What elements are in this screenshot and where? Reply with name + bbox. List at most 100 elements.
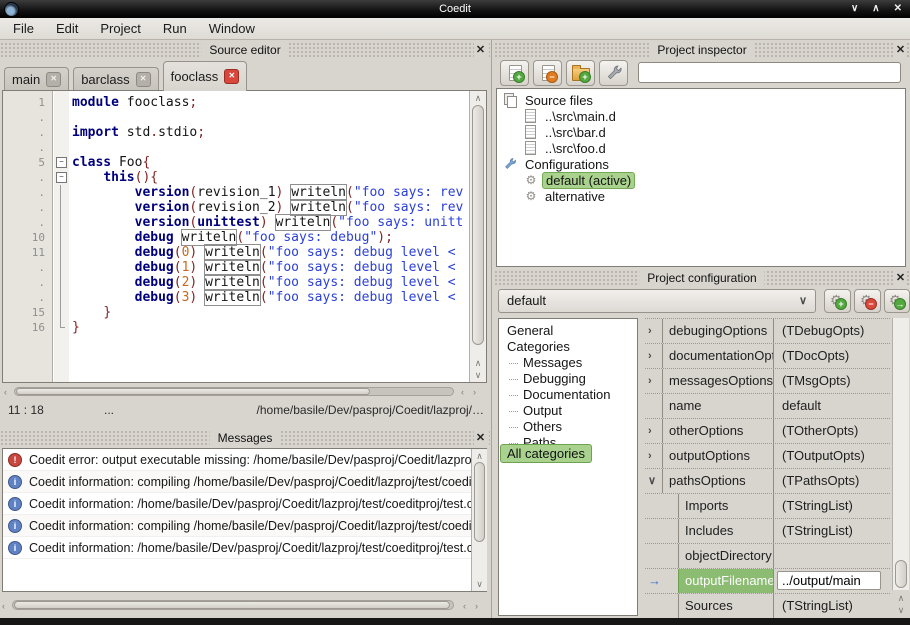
scroll-down-icon[interactable]: ∨	[470, 370, 486, 380]
collapsed-arrow-icon[interactable]: ›	[648, 369, 661, 393]
scroll-right-icon[interactable]: ›	[473, 387, 476, 397]
tab-close-icon[interactable]: ✕	[224, 69, 239, 84]
minimize-icon[interactable]: ∨	[851, 0, 858, 18]
message-row[interactable]: !Coedit error: output executable missing…	[3, 449, 486, 471]
fold-marker[interactable]: −	[54, 170, 69, 185]
category-debugging[interactable]: Debugging	[499, 371, 637, 387]
editor-horizontal-scrollbar[interactable]: ‹ ‹ ›	[2, 384, 488, 399]
message-row[interactable]: iCoedit information: compiling /home/bas…	[3, 471, 486, 493]
close-icon[interactable]: ✕	[894, 271, 907, 285]
config-row-pathsOptions[interactable]: ∨pathsOptions(TPathsOpts)	[645, 469, 890, 494]
grid-vertical-scrollbar[interactable]	[892, 318, 909, 590]
tree-item-source-files[interactable]: Source files	[497, 92, 905, 108]
scroll-up-icon[interactable]: ∧	[894, 593, 908, 603]
config-row-objectDirectory[interactable]: objectDirectory	[645, 544, 890, 569]
collapsed-arrow-icon[interactable]: ›	[648, 419, 661, 443]
scroll-left-icon[interactable]: ‹	[4, 387, 7, 397]
tree-item--src-foo-d[interactable]: ..\src\foo.d	[497, 140, 905, 156]
message-row[interactable]: iCoedit information: /home/basile/Dev/pa…	[3, 493, 486, 515]
tab-barclass[interactable]: barclass✕	[73, 67, 158, 91]
scrollbar-thumb[interactable]	[472, 105, 484, 345]
scroll-down-icon[interactable]: ∨	[894, 605, 908, 615]
scroll-right-icon[interactable]: ›	[475, 601, 478, 611]
menu-edit[interactable]: Edit	[45, 18, 89, 39]
maximize-icon[interactable]: ∧	[872, 0, 879, 18]
code-fold-column[interactable]: −−	[54, 91, 69, 382]
config-row-documentationOptions[interactable]: ›documentationOptions(TDocOpts)	[645, 344, 890, 369]
scrollbar-thumb[interactable]	[14, 601, 450, 609]
editor-vertical-scrollbar[interactable]: ∧ ∧ ∨	[469, 91, 486, 382]
scroll-left-icon[interactable]: ‹	[461, 387, 464, 397]
add-file-button[interactable]: +	[500, 60, 529, 86]
config-row-outputFilename[interactable]: →outputFilename	[645, 569, 890, 594]
scrollbar-thumb[interactable]	[895, 560, 907, 588]
tree-item-alternative[interactable]: ⚙alternative	[497, 188, 905, 204]
scroll-up-icon[interactable]: ∧	[470, 358, 486, 368]
all-categories-button[interactable]: All categories	[500, 444, 592, 463]
project-inspector-tree[interactable]: Source files..\src\main.d..\src\bar.d..\…	[496, 88, 906, 267]
tab-close-icon[interactable]: ✕	[136, 72, 151, 87]
remove-file-button[interactable]: −	[533, 60, 562, 86]
configuration-property-grid[interactable]: ›debugingOptions(TDebugOpts)›documentati…	[645, 318, 890, 618]
clone-config-button[interactable]: ⚙ →	[884, 289, 910, 313]
config-row-messagesOptions[interactable]: ›messagesOptions(TMsgOpts)	[645, 369, 890, 394]
menu-file[interactable]: File	[2, 18, 45, 39]
scroll-down-icon[interactable]: ∨	[472, 579, 487, 589]
config-row-outputOptions[interactable]: ›outputOptions(TOutputOpts)	[645, 444, 890, 469]
config-row-otherOptions[interactable]: ›otherOptions(TOtherOpts)	[645, 419, 890, 444]
message-row[interactable]: iCoedit information: /home/basile/Dev/pa…	[3, 537, 486, 559]
category-categories[interactable]: Categories	[499, 339, 637, 355]
tree-item--src-main-d[interactable]: ..\src\main.d	[497, 108, 905, 124]
scroll-left-icon[interactable]: ‹	[2, 601, 5, 611]
category-general[interactable]: General	[499, 323, 637, 339]
close-icon[interactable]: ✕	[894, 0, 902, 18]
messages-vertical-scrollbar[interactable]: ∧ ∨	[471, 449, 487, 591]
menu-project[interactable]: Project	[89, 18, 151, 39]
scrollbar-thumb[interactable]	[474, 462, 485, 542]
inspector-filter-input[interactable]	[638, 62, 901, 83]
scroll-up-icon[interactable]: ∧	[472, 451, 487, 461]
tree-item-configurations[interactable]: Configurations	[497, 156, 905, 172]
panel-splitter[interactable]	[491, 40, 492, 618]
tab-fooclass[interactable]: fooclass✕	[163, 61, 248, 91]
category-output[interactable]: Output	[499, 403, 637, 419]
menu-window[interactable]: Window	[198, 18, 266, 39]
config-row-Sources[interactable]: Sources(TStringList)	[645, 594, 890, 618]
option-categories-list[interactable]: GeneralCategoriesMessagesDebuggingDocume…	[498, 318, 638, 616]
fold-marker[interactable]: −	[54, 155, 69, 170]
configuration-selector[interactable]: default ∨	[498, 289, 816, 313]
close-icon[interactable]: ✕	[894, 43, 907, 57]
close-icon[interactable]: ✕	[474, 431, 487, 445]
config-row-Imports[interactable]: Imports(TStringList)	[645, 494, 890, 519]
config-row-name[interactable]: namedefault	[645, 394, 890, 419]
tree-item--src-bar-d[interactable]: ..\src\bar.d	[497, 124, 905, 140]
scroll-left-icon[interactable]: ‹	[463, 601, 466, 611]
title-bar[interactable]: Coedit ∨ ∧ ✕	[0, 0, 910, 18]
scrollbar-thumb[interactable]	[16, 388, 370, 395]
tab-main[interactable]: main✕	[4, 67, 69, 91]
code-editor[interactable]: 1...5....1011...1516 −− module fooclass;…	[2, 90, 487, 383]
collapsed-arrow-icon[interactable]: ›	[648, 444, 661, 468]
menu-run[interactable]: Run	[152, 18, 198, 39]
expanded-arrow-icon[interactable]: ∨	[648, 469, 661, 493]
messages-list[interactable]: !Coedit error: output executable missing…	[2, 448, 487, 592]
add-config-button[interactable]: ⚙ +	[824, 289, 851, 313]
collapsed-arrow-icon[interactable]: ›	[648, 344, 661, 368]
config-row-debugingOptions[interactable]: ›debugingOptions(TDebugOpts)	[645, 319, 890, 344]
project-settings-button[interactable]	[599, 60, 628, 86]
category-documentation[interactable]: Documentation	[499, 387, 637, 403]
tab-close-icon[interactable]: ✕	[46, 72, 61, 87]
config-row-Includes[interactable]: Includes(TStringList)	[645, 519, 890, 544]
category-messages[interactable]: Messages	[499, 355, 637, 371]
close-icon[interactable]: ✕	[474, 43, 487, 57]
messages-horizontal-scrollbar[interactable]: ‹ ‹ ›	[0, 597, 488, 613]
code-text-area[interactable]: module fooclass;import std.stdio;class F…	[72, 95, 469, 382]
category-others[interactable]: Others	[499, 419, 637, 435]
tree-item-default-active-[interactable]: ⚙default (active)	[497, 172, 905, 188]
output-filename-input[interactable]	[777, 571, 881, 590]
add-folder-button[interactable]: +	[566, 60, 595, 86]
scroll-up-icon[interactable]: ∧	[470, 93, 486, 103]
remove-config-button[interactable]: ⚙ −	[854, 289, 881, 313]
message-row[interactable]: iCoedit information: compiling /home/bas…	[3, 515, 486, 537]
collapsed-arrow-icon[interactable]: ›	[648, 319, 661, 343]
